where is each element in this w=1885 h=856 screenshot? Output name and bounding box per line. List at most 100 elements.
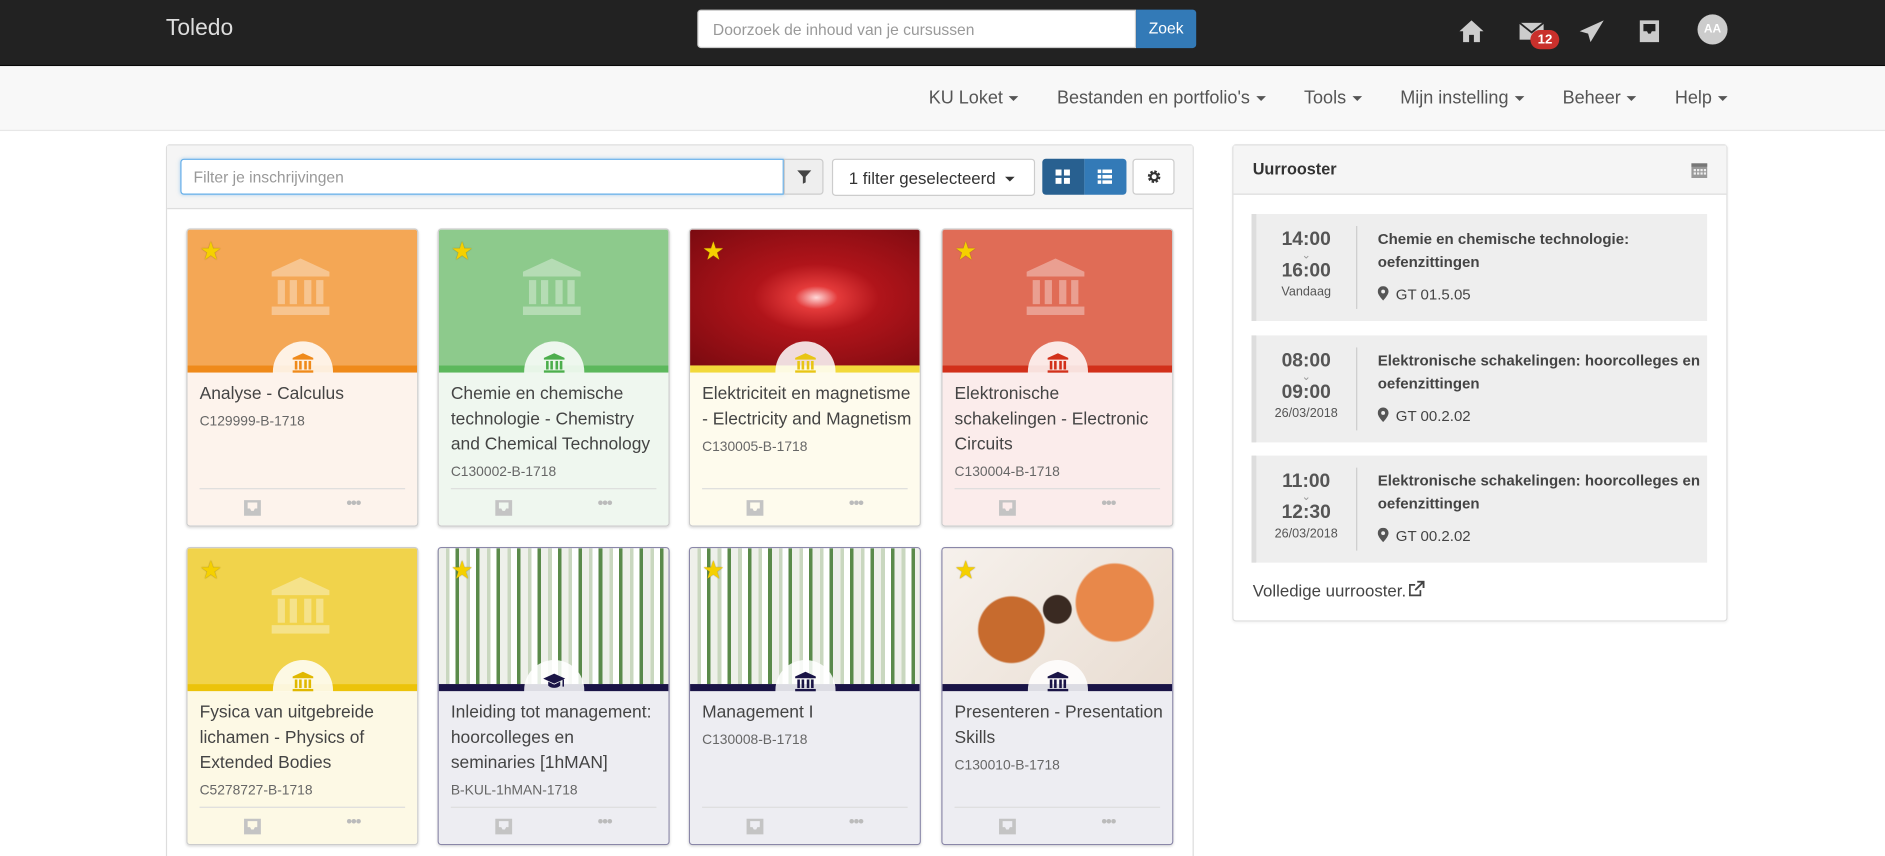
chevron-down-icon: ⌄	[1301, 248, 1311, 261]
favorite-star-icon[interactable]: ★	[702, 558, 725, 583]
course-card[interactable]: ★ Elektriciteit en magnetisme - Electrici…	[688, 228, 921, 527]
event-location-text: GT 00.2.02	[1395, 527, 1471, 545]
inbox-icon[interactable]	[494, 499, 513, 517]
course-card[interactable]: ★ Analyse - Calculus C129999-B-1718 •••	[186, 228, 419, 527]
more-options-icon[interactable]: •••	[597, 493, 612, 512]
user-avatar[interactable]: AA	[1697, 14, 1728, 45]
more-options-icon[interactable]: •••	[346, 493, 361, 512]
menu-label: Beheer	[1562, 87, 1621, 109]
course-code: C129999-B-1718	[199, 414, 305, 430]
inbox-icon[interactable]	[243, 499, 262, 517]
favorite-star-icon[interactable]: ★	[451, 558, 474, 583]
filter-enrollments-input[interactable]: Filter je inschrijvingen	[180, 158, 784, 195]
inbox-icon[interactable]	[243, 817, 262, 835]
schedule-header: Uurrooster	[1233, 145, 1727, 195]
event-title: Elektronische schakelingen: hoorcolleges…	[1377, 352, 1701, 392]
course-title[interactable]: Chemie en chemische technologie - Chemis…	[451, 382, 661, 482]
course-card[interactable]: ★ Presenteren - Presentation Skills C13001…	[941, 547, 1174, 846]
home-icon[interactable]	[1457, 17, 1486, 46]
course-title[interactable]: Inleiding tot management: hoorcolleges e…	[451, 701, 661, 801]
course-card[interactable]: ★ Chemie en chemische technologie - Chemi…	[437, 228, 670, 527]
inbox-icon[interactable]	[745, 499, 764, 517]
divider	[1356, 467, 1358, 551]
inbox-icon[interactable]	[1635, 17, 1664, 46]
more-options-icon[interactable]: •••	[1101, 493, 1116, 512]
menu-tools[interactable]: Tools	[1304, 88, 1362, 108]
course-card[interactable]: ★ Inleiding tot management: hoorcolleges …	[437, 547, 670, 846]
event-title: Elektronische schakelingen: hoorcolleges…	[1377, 472, 1701, 513]
course-title[interactable]: Fysica van uitgebreide lichamen - Physic…	[200, 701, 410, 801]
list-view-button[interactable]	[1084, 158, 1127, 195]
menu-label: KU Loket	[928, 87, 1003, 109]
course-card-footer: •••	[450, 488, 657, 525]
course-code: C130002-B-1718	[450, 465, 557, 480]
caret-down-icon	[1717, 96, 1728, 102]
favorite-star-icon[interactable]: ★	[955, 558, 978, 583]
favorite-star-icon[interactable]: ★	[702, 239, 725, 264]
more-options-icon[interactable]: •••	[1101, 811, 1116, 830]
course-card[interactable]: ★ Management I C130008-B-1718 •••	[688, 547, 921, 846]
course-title-text: Inleiding tot management: hoorcolleges e…	[450, 703, 652, 774]
filter-select[interactable]: 1 filter geselecteerd	[831, 158, 1036, 196]
course-search-input[interactable]: Doorzoek de inhoud van je cursussen	[697, 9, 1137, 49]
schedule-event[interactable]: 14:00 ⌄ 16:00 Vandaag Chemie en chemische te…	[1251, 213, 1708, 321]
bank-watermark-icon	[1026, 258, 1085, 315]
menu-help[interactable]: Help	[1675, 88, 1728, 108]
course-title[interactable]: Management I C130008-B-1718	[702, 701, 912, 750]
menu-bestanden[interactable]: Bestanden en portfolio's	[1057, 88, 1266, 108]
favorite-star-icon[interactable]: ★	[200, 558, 223, 583]
course-title[interactable]: Elektronische schakelingen - Electronic …	[955, 382, 1165, 482]
paper-plane-icon[interactable]	[1577, 17, 1606, 46]
course-card[interactable]: ★ Fysica van uitgebreide lichamen - Physi…	[186, 547, 419, 846]
map-marker-icon	[1377, 407, 1389, 422]
event-date: 26/03/2018	[1274, 406, 1338, 421]
filter-button[interactable]	[783, 158, 824, 195]
chevron-down-icon: ⌄	[1301, 370, 1311, 383]
course-title[interactable]: Presenteren - Presentation Skills C130010…	[955, 701, 1165, 776]
course-card[interactable]: ★ Elektronische schakelingen - Electronic…	[941, 228, 1174, 527]
inbox-icon[interactable]	[745, 817, 764, 835]
map-marker-icon	[1377, 527, 1389, 543]
map-marker-icon	[1377, 286, 1389, 301]
enrollments-panel: Filter je inschrijvingen 1 filter gesele…	[165, 144, 1194, 856]
caret-down-icon	[1005, 177, 1015, 182]
event-end: 16:00	[1281, 260, 1331, 282]
course-title[interactable]: Elektriciteit en magnetisme - Electricit…	[702, 382, 912, 457]
more-options-icon[interactable]: •••	[849, 493, 864, 512]
inbox-icon[interactable]	[998, 499, 1017, 517]
bank-watermark-icon	[522, 258, 581, 315]
bank-icon	[292, 353, 314, 374]
more-options-icon[interactable]: •••	[346, 811, 361, 830]
caret-down-icon	[1255, 96, 1266, 102]
schedule-event[interactable]: 11:00 ⌄ 12:30 26/03/2018 Elektronische schak…	[1251, 455, 1708, 563]
schedule-panel: Uurrooster 14:00 ⌄ 16:00 Vandaag Chemie en c…	[1232, 144, 1728, 622]
settings-button[interactable]	[1132, 158, 1175, 195]
brand-logo[interactable]: Toledo	[166, 16, 233, 42]
menu-beheer[interactable]: Beheer	[1563, 88, 1637, 108]
menu-mijn-instelling[interactable]: Mijn instelling	[1400, 88, 1525, 108]
favorite-star-icon[interactable]: ★	[955, 239, 978, 264]
full-schedule-link[interactable]: Volledige uurrooster.	[1252, 580, 1425, 600]
divider	[1356, 347, 1358, 431]
favorite-star-icon[interactable]: ★	[451, 239, 474, 264]
event-times: 14:00 ⌄ 16:00 Vandaag	[1256, 228, 1356, 300]
inbox-icon[interactable]	[998, 817, 1017, 835]
menu-ku-loket[interactable]: KU Loket	[929, 88, 1019, 108]
bank-watermark-icon	[271, 258, 330, 315]
more-options-icon[interactable]: •••	[597, 811, 612, 830]
favorite-star-icon[interactable]: ★	[200, 239, 223, 264]
more-options-icon[interactable]: •••	[849, 811, 864, 830]
calendar-icon[interactable]	[1690, 161, 1708, 179]
search-button[interactable]: Zoek	[1136, 9, 1197, 49]
course-title[interactable]: Analyse - Calculus C129999-B-1718	[200, 382, 410, 431]
mail-count-badge: 12	[1530, 30, 1560, 50]
bank-icon	[795, 353, 816, 374]
grid-view-button[interactable]	[1042, 158, 1085, 195]
inbox-icon[interactable]	[494, 817, 513, 835]
course-card-footer: •••	[954, 488, 1161, 525]
course-code: B-KUL-1hMAN-1718	[450, 783, 578, 799]
full-schedule-label: Volledige uurrooster.	[1252, 580, 1407, 600]
funnel-icon	[797, 170, 812, 184]
schedule-event[interactable]: 08:00 ⌄ 09:00 26/03/2018 Elektronische schak…	[1251, 335, 1708, 443]
menu-label: Bestanden en portfolio's	[1056, 87, 1250, 109]
